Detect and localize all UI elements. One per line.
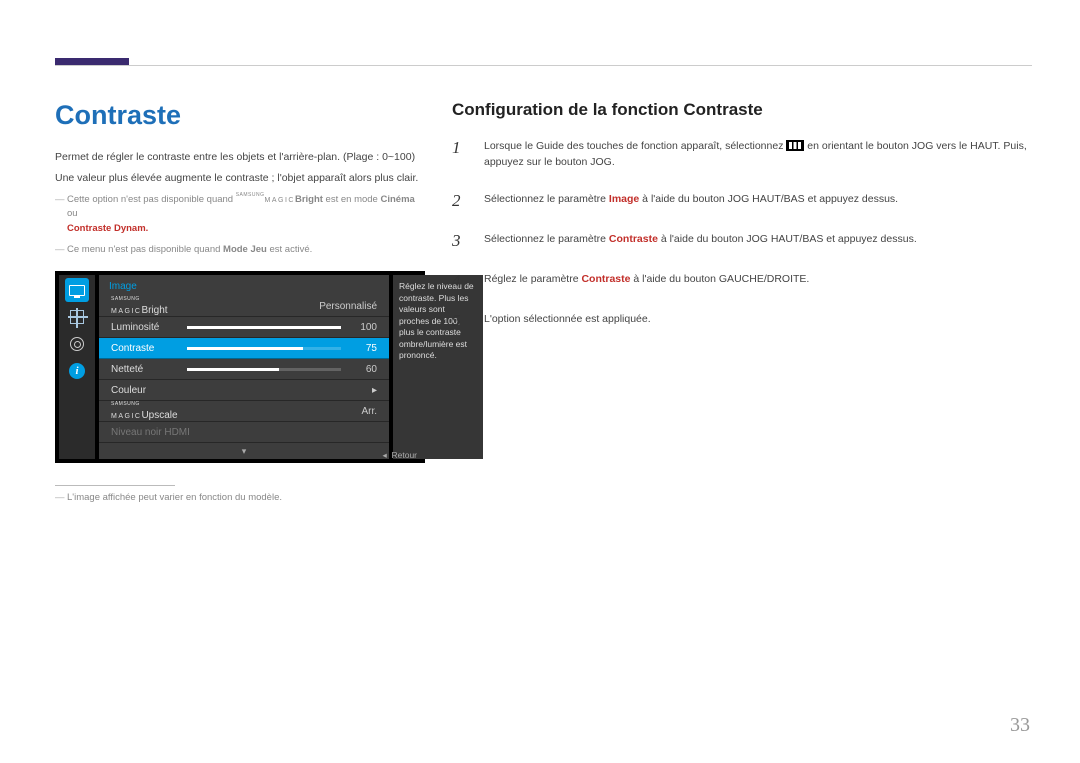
slider [187, 368, 341, 371]
caption: L'image affichée peut varier en fonction… [55, 492, 427, 503]
osd-hdmi-label: Niveau noir HDMI [111, 427, 190, 438]
osd-row-luminosite[interactable]: Luminosité 100 [99, 317, 389, 338]
header-rule [55, 65, 1032, 66]
osd-row-nettete[interactable]: Netteté 60 [99, 359, 389, 380]
osd-contr-label: Contraste [111, 343, 154, 354]
osd-net-label: Netteté [111, 364, 143, 375]
note-2: Ce menu n'est pas disponible quand Mode … [55, 243, 427, 258]
note-1: Cette option n'est pas disponible quand … [55, 193, 427, 237]
osd-row-bright[interactable]: SAMSUNGMAGICBright Personnalisé [99, 296, 389, 317]
note1-bright: Bright [295, 194, 323, 205]
osd-coul-value: ▸ [372, 385, 377, 396]
page-number: 33 [1010, 714, 1030, 737]
step-2: 2 Sélectionnez le paramètre Image à l'ai… [452, 191, 1032, 211]
step-text: L'option sélectionnée est appliquée. [484, 311, 651, 331]
magic-label: MAGIC [265, 197, 295, 204]
right-column: Configuration de la fonction Contraste 1… [452, 100, 1032, 351]
step-1: 1 Lorsque le Guide des touches de foncti… [452, 138, 1032, 171]
info-icon: i [69, 363, 85, 379]
osd-row-upscale[interactable]: SAMSUNGMAGICUpscale Arr. [99, 401, 389, 422]
osd-main: Image SAMSUNGMAGICBright Personnalisé Lu… [99, 275, 389, 459]
menu-icon [786, 140, 804, 151]
osd-lum-value: 100 [360, 322, 377, 333]
osd-row-hdmi: Niveau noir HDMI [99, 422, 389, 443]
osd-lum-label: Luminosité [111, 322, 159, 333]
note1-cinema: Cinéma [380, 194, 414, 205]
note2-modejeu: Mode Jeu [223, 244, 267, 255]
desc-line-2: Une valeur plus élevée augmente le contr… [55, 170, 427, 187]
osd-nav-picture[interactable] [65, 305, 89, 329]
left-column: Contraste Permet de régler le contraste … [55, 100, 427, 503]
osd-screenshot: i Image SAMSUNGMAGICBright Personnalisé … [55, 271, 425, 463]
osd-sidebar: i [59, 275, 95, 459]
step-text: Sélectionnez le paramètre Contraste à l'… [484, 231, 917, 251]
osd-bright-value: Personnalisé [319, 301, 377, 312]
back-caret-icon[interactable]: ◂ [382, 450, 386, 460]
step-text: Sélectionnez le paramètre Image à l'aide… [484, 191, 898, 211]
frame-icon [70, 310, 84, 324]
note2-a: Ce menu n'est pas disponible quand [67, 244, 223, 255]
step-text: Réglez le paramètre Contraste à l'aide d… [484, 271, 809, 291]
monitor-icon [69, 285, 85, 296]
header-accent [55, 58, 129, 65]
note1-text-e: ou [67, 208, 78, 219]
step-number: 5 [452, 311, 470, 331]
osd-bright-label: SAMSUNGMAGICBright [111, 297, 168, 315]
caption-divider [55, 485, 175, 486]
desc-line-1: Permet de régler le contraste entre les … [55, 149, 427, 166]
osd-coul-label: Couleur [111, 385, 146, 396]
step-3: 3 Sélectionnez le paramètre Contraste à … [452, 231, 1032, 251]
note1-text-c: est en mode [323, 194, 381, 205]
osd-nav-info[interactable]: i [65, 359, 89, 383]
page-title: Contraste [55, 100, 427, 131]
samsung-label: SAMSUNG [236, 193, 265, 198]
osd-upsc-label: SAMSUNGMAGICUpscale [111, 402, 178, 420]
osd-upsc-value: Arr. [361, 406, 377, 417]
gear-icon [70, 337, 84, 351]
osd-header: Image [99, 275, 389, 296]
osd-net-value: 60 [366, 364, 377, 375]
osd-row-contraste[interactable]: Contraste 75 [99, 338, 389, 359]
step-5: 5 L'option sélectionnée est appliquée. [452, 311, 1032, 331]
step-text: Lorsque le Guide des touches de fonction… [484, 138, 1032, 171]
slider [187, 347, 341, 350]
note1-dynam: Contraste Dynam. [67, 223, 148, 234]
note1-text-a: Cette option n'est pas disponible quand [67, 194, 236, 205]
osd-row-couleur[interactable]: Couleur ▸ [99, 380, 389, 401]
osd-nav-image[interactable] [65, 278, 89, 302]
osd-contr-value: 75 [366, 343, 377, 354]
slider [187, 326, 341, 329]
osd-footer-label[interactable]: Retour [391, 450, 417, 460]
step-number: 3 [452, 231, 470, 251]
osd-nav-settings[interactable] [65, 332, 89, 356]
step-number: 2 [452, 191, 470, 211]
section-subtitle: Configuration de la fonction Contraste [452, 100, 1032, 120]
osd-footer: ◂ Retour [55, 447, 425, 463]
step-number: 1 [452, 138, 470, 171]
step-4: 4 Réglez le paramètre Contraste à l'aide… [452, 271, 1032, 291]
note2-c: est activé. [267, 244, 312, 255]
step-number: 4 [452, 271, 470, 291]
